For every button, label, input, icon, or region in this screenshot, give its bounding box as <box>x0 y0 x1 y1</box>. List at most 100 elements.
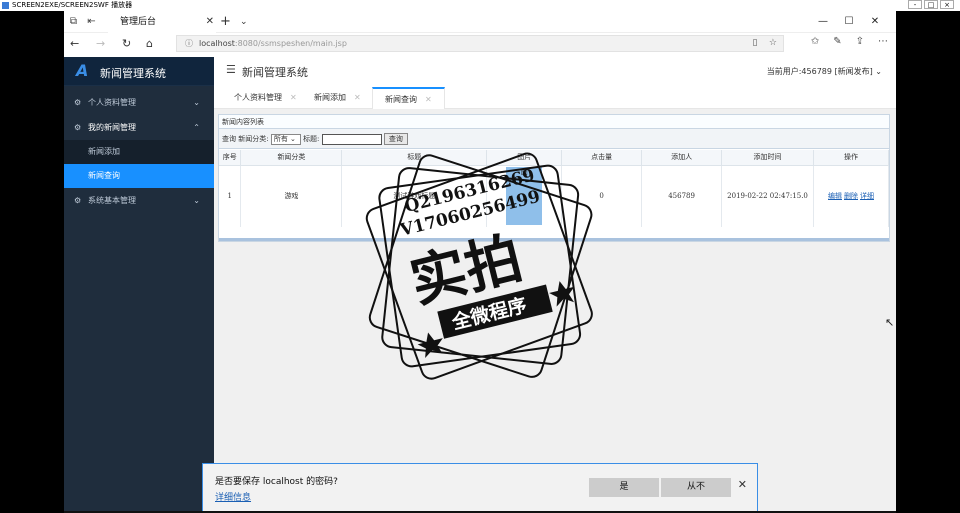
maximize-button[interactable]: ☐ <box>836 11 862 33</box>
column-header: 操作 <box>813 150 889 166</box>
page-tabs: 个人资料管理 ✕ 新闻添加 ✕ 新闻查询 ✕ <box>214 83 896 109</box>
panel-title: 新闻内容列表 <box>219 115 889 129</box>
player-window-controls: - □ × <box>906 0 954 10</box>
main-header: ☰ 新闻管理系统 当前用户:456789 [新闻发布] ⌄ <box>214 57 896 83</box>
sidebar-item-label: 个人资料管理 <box>88 98 136 107</box>
cell-category: 游戏 <box>240 165 343 227</box>
player-maximize-button[interactable]: □ <box>924 0 938 9</box>
cell-image: 图 <box>486 165 563 227</box>
forward-icon[interactable]: → <box>96 36 105 51</box>
sidebar-item-my-news[interactable]: ⚙ 我的新闻管理 ⌃ <box>64 115 214 140</box>
close-icon[interactable]: ✕ <box>206 11 214 33</box>
tab-news-query[interactable]: 新闻查询 ✕ <box>372 87 445 109</box>
home-icon[interactable]: ⌂ <box>146 36 153 51</box>
refresh-icon[interactable]: ↻ <box>122 36 131 51</box>
more-icon[interactable]: ⋯ <box>878 36 888 47</box>
browser-tab-bar: ⧉ ⇤ 管理后台 ✕ + ⌄ — ☐ ✕ <box>64 11 896 33</box>
news-list-panel: 新闻内容列表 查询 新闻分类: 所有 ⌄ 标题: 查询 序号 新闻分类 标题 图… <box>218 114 890 242</box>
table-row: 1 游戏 测试游戏标题 图 0 456789 2019-02-22 02:47:… <box>219 165 889 227</box>
yes-button[interactable]: 是 <box>589 478 659 497</box>
sidebar-subitem-news-add[interactable]: 新闻添加 <box>64 140 214 164</box>
cell-title: 测试游戏标题 <box>341 165 488 227</box>
menu-toggle-icon[interactable]: ☰ <box>226 63 236 76</box>
tab-label: 新闻添加 <box>314 93 346 102</box>
column-header: 添加时间 <box>721 150 814 166</box>
details-link[interactable]: 详细信息 <box>215 490 251 503</box>
sidebar: A 新闻管理系统 ⚙ 个人资料管理 ⌄ ⚙ 我的新闻管理 ⌃ 新闻添加 新闻查询… <box>64 57 214 513</box>
sidebar-item-label: 系统基本管理 <box>88 196 136 205</box>
title-label: 标题: <box>303 135 320 143</box>
column-header: 点击量 <box>561 150 643 166</box>
tab-profile[interactable]: 个人资料管理 ✕ <box>222 87 309 109</box>
query-button[interactable]: 查询 <box>383 133 408 145</box>
logo: A 新闻管理系统 <box>64 57 214 86</box>
browser-tab-title: 管理后台 <box>120 17 157 27</box>
news-thumbnail[interactable]: 图 <box>506 167 543 226</box>
cell-ops: 编辑 删除 详细 <box>813 165 889 227</box>
column-header: 标题 <box>341 150 488 166</box>
close-window-button[interactable]: ✕ <box>862 11 888 33</box>
player-minimize-button[interactable]: - <box>908 0 922 9</box>
submenu-my-news: 新闻添加 新闻查询 <box>64 140 214 188</box>
back-tabs-icon[interactable]: ⇤ <box>86 16 97 27</box>
table-header-row: 序号 新闻分类 标题 图片 点击量 添加人 添加时间 操作 <box>219 150 889 166</box>
back-icon[interactable]: ← <box>70 36 79 51</box>
category-label: 查询 新闻分类: <box>222 135 269 143</box>
share-icon[interactable]: ⇪ <box>856 36 864 47</box>
detail-link[interactable]: 详细 <box>860 192 874 200</box>
favorites-icon[interactable]: ✩ <box>811 36 819 47</box>
close-icon[interactable]: ✕ <box>290 93 297 102</box>
info-icon[interactable]: ⓘ <box>185 36 193 51</box>
address-bar[interactable]: ⓘ localhost:8080/ssmspeshen/main.jsp ▯ ☆ <box>176 35 784 52</box>
user-menu[interactable]: 当前用户:456789 [新闻发布] ⌄ <box>767 66 882 77</box>
column-header: 图片 <box>486 150 563 166</box>
browser-tab[interactable]: 管理后台 ✕ <box>108 11 216 33</box>
new-tab-button[interactable]: + <box>220 11 231 33</box>
title-input[interactable] <box>321 133 382 145</box>
never-button[interactable]: 从不 <box>661 478 731 497</box>
cell-adder: 456789 <box>641 165 723 227</box>
mouse-cursor-icon: ↖ <box>885 316 895 329</box>
delete-link[interactable]: 删除 <box>844 192 858 200</box>
thumbnail-alt: 图 <box>520 168 528 177</box>
search-bar: 查询 新闻分类: 所有 ⌄ 标题: 查询 <box>219 129 889 149</box>
player-close-button[interactable]: × <box>940 0 954 9</box>
browser-window-controls: — ☐ ✕ <box>810 11 888 33</box>
settings-icon: ⚙ <box>74 123 82 132</box>
app-name: 新闻管理系统 <box>100 67 166 80</box>
browser-toolbar-right: ✩ ✎ ⇪ ⋯ <box>797 36 888 47</box>
sidebar-subitem-news-query[interactable]: 新闻查询 <box>64 164 214 188</box>
player-title: SCREEN2EXE/SCREEN2SWF 播放器 <box>12 1 133 9</box>
logo-icon: A <box>76 61 89 80</box>
close-icon[interactable]: ✕ <box>425 95 432 104</box>
save-password-question: 是否要保存 localhost 的密码? <box>215 477 338 487</box>
address-path: :8080/ssmspeshen/main.jsp <box>234 39 347 48</box>
address-host: localhost <box>199 39 235 48</box>
tab-label: 新闻查询 <box>385 95 417 104</box>
sidebar-item-system[interactable]: ⚙ 系统基本管理 ⌄ <box>64 188 214 213</box>
settings-icon: ⚙ <box>74 196 82 205</box>
reading-view-icon[interactable]: ▯ <box>753 38 758 48</box>
tab-list-button[interactable]: ⌄ <box>240 11 248 33</box>
cell-time: 2019-02-22 02:47:15.0 <box>721 165 814 227</box>
cell-clicks: 0 <box>561 165 643 227</box>
browser-window: ⧉ ⇤ 管理后台 ✕ + ⌄ — ☐ ✕ ← → ↻ ⌂ ⓘ localhost:8… <box>64 11 896 513</box>
sidebar-item-label: 我的新闻管理 <box>88 123 136 132</box>
sidebar-item-profile[interactable]: ⚙ 个人资料管理 ⌄ <box>64 90 214 115</box>
close-icon[interactable]: ✕ <box>738 478 747 491</box>
close-icon[interactable]: ✕ <box>354 93 361 102</box>
edit-link[interactable]: 编辑 <box>828 192 842 200</box>
minimize-button[interactable]: — <box>810 11 836 33</box>
pen-icon[interactable]: ✎ <box>833 36 841 47</box>
tab-news-add[interactable]: 新闻添加 ✕ <box>302 87 373 109</box>
favorite-star-icon[interactable]: ☆ <box>769 38 777 48</box>
category-select[interactable]: 所有 ⌄ <box>270 133 301 145</box>
chevron-up-icon: ⌃ <box>193 123 200 132</box>
page-title: 新闻管理系统 <box>242 66 308 79</box>
cell-no: 1 <box>219 165 242 227</box>
tab-actions-icon[interactable]: ⧉ <box>68 16 79 27</box>
player-title-bar: SCREEN2EXE/SCREEN2SWF 播放器 - □ × <box>0 0 960 11</box>
category-select-value: 所有 <box>273 134 288 143</box>
save-password-prompt: 是否要保存 localhost 的密码? 详细信息 是 从不 ✕ <box>202 463 758 513</box>
chevron-down-icon: ⌄ <box>193 98 200 107</box>
